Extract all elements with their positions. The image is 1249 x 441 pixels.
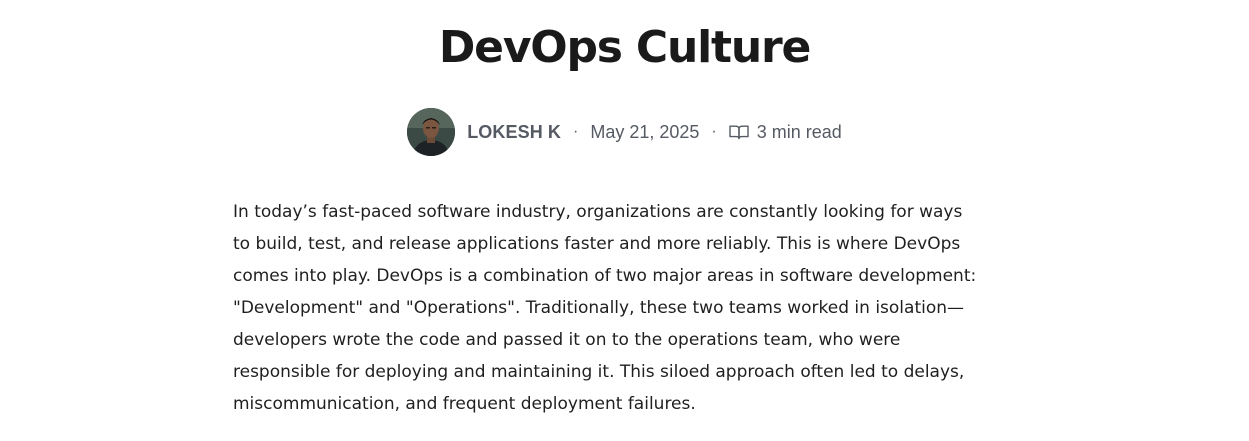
author-avatar[interactable]: [407, 108, 456, 156]
post-meta: LOKESH K · May 21, 2025 · 3 min read: [0, 107, 1249, 157]
open-book-icon: [729, 124, 749, 140]
publish-date: May 21, 2025: [590, 121, 700, 142]
article-paragraph: In today’s fast-paced software industry,…: [233, 202, 977, 414]
meta-separator: ·: [711, 123, 717, 140]
read-time: 3 min read: [756, 121, 842, 142]
author-name-link[interactable]: LOKESH K: [467, 122, 561, 143]
blog-post-page: DevOps Culture LOKESH K · May 21, 2025 ·: [0, 0, 1249, 441]
meta-separator: ·: [573, 123, 579, 140]
post-title: DevOps Culture: [438, 22, 811, 73]
avatar-photo-icon: [407, 108, 456, 156]
